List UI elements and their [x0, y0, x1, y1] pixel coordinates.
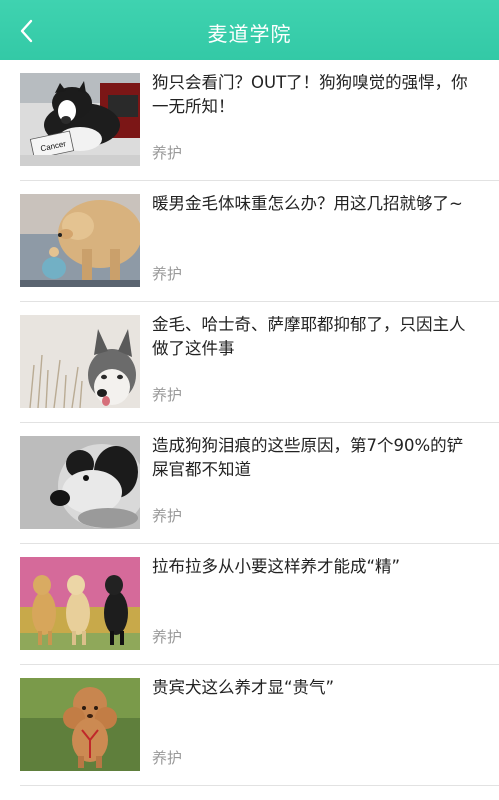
- article-title[interactable]: 贵宾犬这么养才显“贵气”: [152, 676, 477, 700]
- article-title[interactable]: 拉布拉多从小要这样养才能成“精”: [152, 555, 477, 579]
- article-item[interactable]: 拉布拉多从小要这样养才能成“精” 养护: [0, 544, 499, 665]
- article-title[interactable]: 造成狗狗泪痕的这些原因，第7个90%的铲屎官都不知道: [152, 434, 477, 482]
- article-item[interactable]: Cancer 狗只会看门？OUT了！狗狗嗅觉的强悍，你一无所知！ 养护: [0, 60, 499, 181]
- page-title: 麦道学院: [207, 22, 292, 46]
- article-thumbnail: [20, 315, 140, 408]
- article-title[interactable]: 暖男金毛体味重怎么办？用这几招就够了~: [152, 192, 477, 216]
- article-thumbnail: Cancer: [20, 73, 140, 166]
- article-thumbnail: [20, 557, 140, 650]
- article-item[interactable]: 暖男金毛体味重怎么办？用这几招就够了~ 养护: [0, 181, 499, 302]
- article-list[interactable]: Cancer 狗只会看门？OUT了！狗狗嗅觉的强悍，你一无所知！ 养护 暖男金毛…: [0, 60, 499, 800]
- article-category: 养护: [152, 144, 183, 162]
- divider: [20, 785, 499, 786]
- article-thumbnail: [20, 194, 140, 287]
- article-category: 养护: [152, 507, 183, 525]
- article-item[interactable]: 贵宾犬这么养才显“贵气” 养护: [0, 665, 499, 786]
- article-title[interactable]: 金毛、哈士奇、萨摩耶都抑郁了，只因主人做了这件事: [152, 313, 477, 361]
- article-category: 养护: [152, 749, 183, 767]
- article-thumbnail: [20, 436, 140, 529]
- article-thumbnail: [20, 678, 140, 771]
- article-item[interactable]: 金毛、哈士奇、萨摩耶都抑郁了，只因主人做了这件事 养护: [0, 302, 499, 423]
- article-category: 养护: [152, 386, 183, 404]
- article-category: 养护: [152, 265, 183, 283]
- article-category: 养护: [152, 628, 183, 646]
- article-item[interactable]: 造成狗狗泪痕的这些原因，第7个90%的铲屎官都不知道 养护: [0, 423, 499, 544]
- article-title[interactable]: 狗只会看门？OUT了！狗狗嗅觉的强悍，你一无所知！: [152, 71, 477, 119]
- app-header: 麦道学院: [0, 0, 499, 60]
